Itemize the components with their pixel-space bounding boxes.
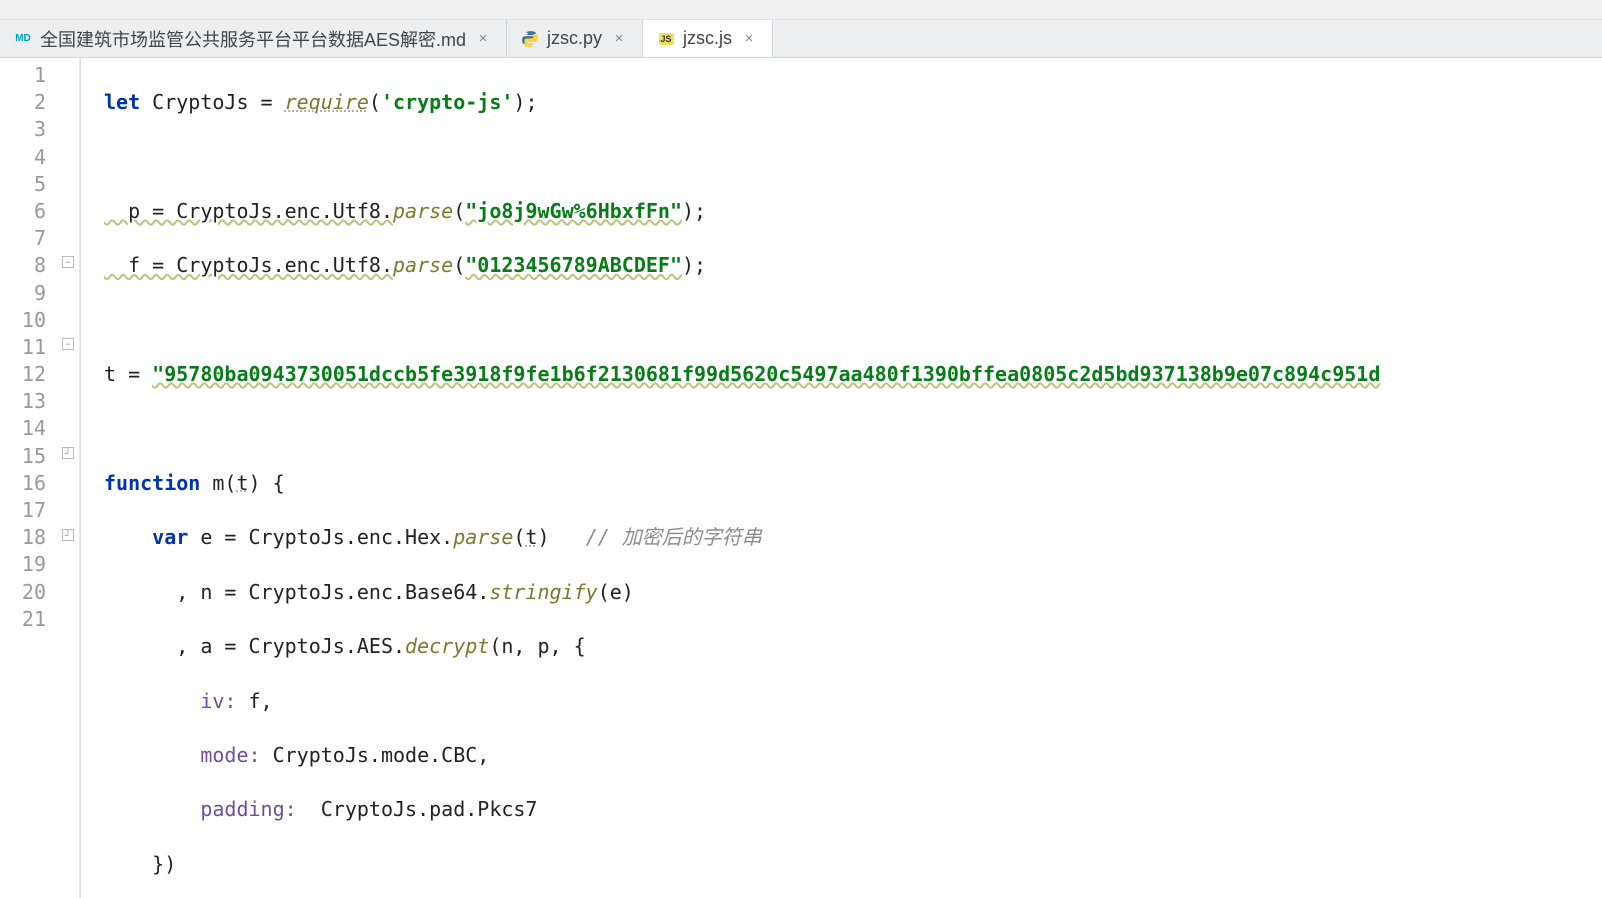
line-number: 1 [0, 62, 46, 89]
line-number: 13 [0, 388, 46, 415]
markdown-icon: MD [14, 30, 32, 48]
line-number: 15 [0, 443, 46, 470]
tab-python-file[interactable]: jzsc.py × [507, 20, 643, 57]
line-number: 3 [0, 116, 46, 143]
tab-js-file[interactable]: JS jzsc.js × [643, 20, 773, 57]
line-number: 18 [0, 524, 46, 551]
fold-column: − − ┘ ┘ [60, 58, 80, 898]
tab-md-file[interactable]: MD 全国建筑市场监管公共服务平台平台数据AES解密.md × [0, 20, 507, 57]
fold-start-icon[interactable]: − [62, 256, 74, 268]
line-number: 21 [0, 606, 46, 633]
line-number: 11 [0, 334, 46, 361]
line-number-gutter: 123456789101112131415161718192021 [0, 58, 60, 898]
fold-end-icon[interactable]: ┘ [62, 529, 74, 541]
editor-tabs: MD 全国建筑市场监管公共服务平台平台数据AES解密.md × jzsc.py … [0, 20, 1602, 58]
line-number: 2 [0, 89, 46, 116]
line-number: 5 [0, 171, 46, 198]
line-number: 10 [0, 307, 46, 334]
javascript-icon: JS [657, 30, 675, 48]
tab-label: jzsc.py [547, 28, 602, 49]
line-number: 16 [0, 470, 46, 497]
close-icon[interactable]: × [474, 30, 492, 48]
line-number: 19 [0, 551, 46, 578]
fold-end-icon[interactable]: ┘ [62, 447, 74, 459]
line-number: 20 [0, 579, 46, 606]
close-icon[interactable]: × [740, 30, 758, 48]
line-number: 6 [0, 198, 46, 225]
line-number: 17 [0, 497, 46, 524]
python-icon [521, 30, 539, 48]
close-icon[interactable]: × [610, 30, 628, 48]
fold-start-icon[interactable]: − [62, 338, 74, 350]
code-content[interactable]: let CryptoJs = require('crypto-js'); p =… [104, 58, 1602, 898]
line-number: 4 [0, 144, 46, 171]
line-number: 9 [0, 280, 46, 307]
line-number: 14 [0, 415, 46, 442]
editor-separator [80, 58, 104, 898]
top-toolbar [0, 0, 1602, 20]
line-number: 8 [0, 252, 46, 279]
tab-label: jzsc.js [683, 28, 732, 49]
line-number: 12 [0, 361, 46, 388]
line-number: 7 [0, 225, 46, 252]
code-editor[interactable]: 123456789101112131415161718192021 − − ┘ … [0, 58, 1602, 898]
tab-label: 全国建筑市场监管公共服务平台平台数据AES解密.md [40, 26, 466, 52]
